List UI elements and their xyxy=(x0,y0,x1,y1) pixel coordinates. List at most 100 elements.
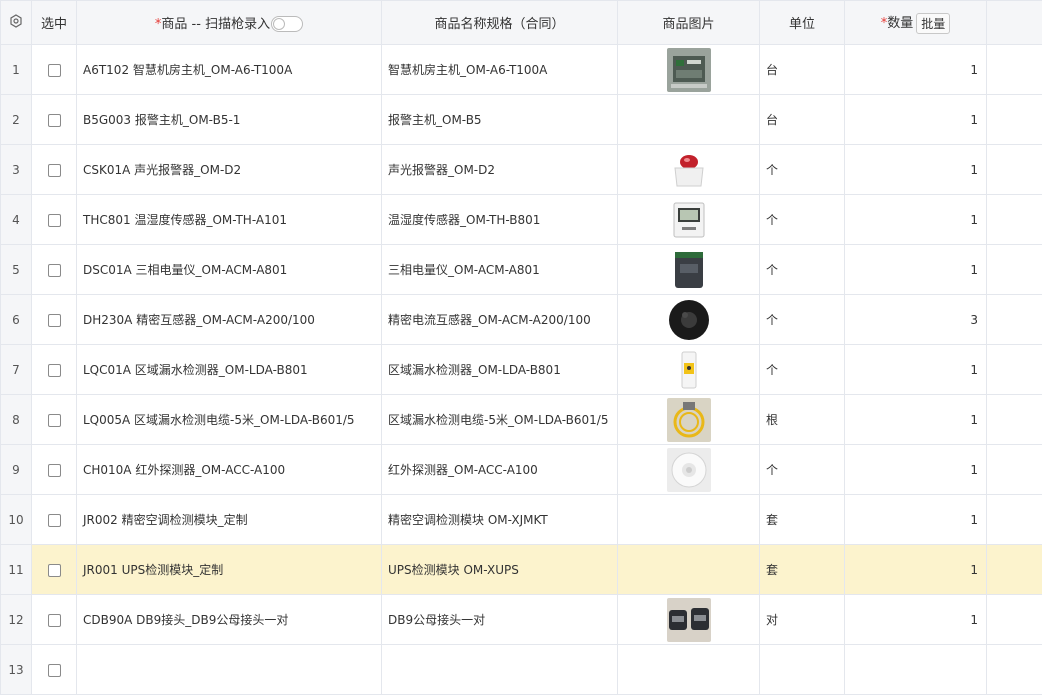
unit-cell[interactable]: 个 xyxy=(760,145,845,195)
unit-cell[interactable]: 对 xyxy=(760,595,845,645)
product-thumbnail[interactable] xyxy=(667,198,711,242)
table-row[interactable]: 6DH230A 精密互感器_OM-ACM-A200/100精密电流互感器_OM-… xyxy=(1,295,1042,345)
row-checkbox[interactable] xyxy=(48,464,61,477)
product-name-cell[interactable]: B5G003 报警主机_OM-B5-1 xyxy=(77,95,382,145)
product-image-cell[interactable] xyxy=(618,95,760,145)
row-checkbox[interactable] xyxy=(48,264,61,277)
row-checkbox[interactable] xyxy=(48,64,61,77)
product-name-cell[interactable] xyxy=(77,645,382,695)
product-image-cell[interactable] xyxy=(618,495,760,545)
row-checkbox[interactable] xyxy=(48,664,61,677)
product-name-cell[interactable]: DH230A 精密互感器_OM-ACM-A200/100 xyxy=(77,295,382,345)
row-select-cell[interactable] xyxy=(32,245,77,295)
product-spec-cell[interactable] xyxy=(382,645,618,695)
product-name-cell[interactable]: JR002 精密空调检测模块_定制 xyxy=(77,495,382,545)
row-checkbox[interactable] xyxy=(48,414,61,427)
product-spec-cell[interactable]: 智慧机房主机_OM-A6-T100A xyxy=(382,45,618,95)
table-row[interactable]: 1 A6T102 智慧机房主机_OM-A6-T100A智慧机房主机_OM-A6-T… xyxy=(1,45,1042,95)
row-select-cell[interactable] xyxy=(32,345,77,395)
unit-cell[interactable]: 根 xyxy=(760,395,845,445)
quantity-cell[interactable]: 1 xyxy=(845,495,987,545)
row-select-cell[interactable] xyxy=(32,395,77,445)
product-spec-cell[interactable]: DB9公母接头一对 xyxy=(382,595,618,645)
unit-cell[interactable]: 个 xyxy=(760,195,845,245)
table-row[interactable]: 5DSC01A 三相电量仪_OM-ACM-A801三相电量仪_OM-ACM-A8… xyxy=(1,245,1042,295)
product-image-cell[interactable] xyxy=(618,245,760,295)
row-select-cell[interactable] xyxy=(32,95,77,145)
product-thumbnail[interactable] xyxy=(667,248,711,292)
product-name-cell[interactable]: JR001 UPS检测模块_定制 xyxy=(77,545,382,595)
product-image-cell[interactable] xyxy=(618,345,760,395)
product-spec-cell[interactable]: 三相电量仪_OM-ACM-A801 xyxy=(382,245,618,295)
product-thumbnail[interactable] xyxy=(667,348,711,392)
row-checkbox[interactable] xyxy=(48,564,61,577)
unit-cell[interactable]: 套 xyxy=(760,545,845,595)
product-spec-cell[interactable]: 精密电流互感器_OM-ACM-A200/100 xyxy=(382,295,618,345)
product-name-cell[interactable]: CSK01A 声光报警器_OM-D2 xyxy=(77,145,382,195)
product-spec-cell[interactable]: UPS检测模块 OM-XUPS xyxy=(382,545,618,595)
product-thumbnail[interactable] xyxy=(667,148,711,192)
quantity-cell[interactable]: 1 xyxy=(845,545,987,595)
quantity-cell[interactable]: 1 xyxy=(845,595,987,645)
product-spec-cell[interactable]: 温湿度传感器_OM-TH-B801 xyxy=(382,195,618,245)
table-row[interactable]: 11JR001 UPS检测模块_定制UPS检测模块 OM-XUPS套1 xyxy=(1,545,1042,595)
row-checkbox[interactable] xyxy=(48,164,61,177)
row-checkbox[interactable] xyxy=(48,514,61,527)
product-name-cell[interactable]: LQ005A 区域漏水检测电缆-5米_OM-LDA-B601/5 xyxy=(77,395,382,445)
row-checkbox[interactable] xyxy=(48,364,61,377)
product-name-cell[interactable]: CH010A 红外探测器_OM-ACC-A100 xyxy=(77,445,382,495)
quantity-cell[interactable]: 1 xyxy=(845,195,987,245)
product-thumbnail[interactable] xyxy=(667,48,711,92)
product-spec-cell[interactable]: 声光报警器_OM-D2 xyxy=(382,145,618,195)
scan-input-toggle[interactable] xyxy=(271,16,303,32)
settings-gear-icon[interactable] xyxy=(9,14,23,32)
product-spec-cell[interactable]: 红外探测器_OM-ACC-A100 xyxy=(382,445,618,495)
unit-cell[interactable] xyxy=(760,645,845,695)
unit-cell[interactable]: 套 xyxy=(760,495,845,545)
product-thumbnail[interactable] xyxy=(667,298,711,342)
table-row[interactable]: 10JR002 精密空调检测模块_定制精密空调检测模块 OM-XJMKT套1 xyxy=(1,495,1042,545)
row-select-cell[interactable] xyxy=(32,545,77,595)
product-image-cell[interactable] xyxy=(618,645,760,695)
row-select-cell[interactable] xyxy=(32,645,77,695)
quantity-cell[interactable]: 1 xyxy=(845,345,987,395)
quantity-cell[interactable]: 1 xyxy=(845,395,987,445)
unit-cell[interactable]: 台 xyxy=(760,45,845,95)
product-name-cell[interactable]: CDB90A DB9接头_DB9公母接头一对 xyxy=(77,595,382,645)
quantity-cell[interactable]: 3 xyxy=(845,295,987,345)
product-image-cell[interactable] xyxy=(618,145,760,195)
unit-cell[interactable]: 台 xyxy=(760,95,845,145)
quantity-cell[interactable]: 1 xyxy=(845,45,987,95)
product-thumbnail[interactable] xyxy=(667,448,711,492)
table-row[interactable]: 3CSK01A 声光报警器_OM-D2声光报警器_OM-D2个1 xyxy=(1,145,1042,195)
product-name-cell[interactable]: LQC01A 区域漏水检测器_OM-LDA-B801 xyxy=(77,345,382,395)
product-spec-cell[interactable]: 报警主机_OM-B5 xyxy=(382,95,618,145)
product-spec-cell[interactable]: 精密空调检测模块 OM-XJMKT xyxy=(382,495,618,545)
quantity-cell[interactable]: 1 xyxy=(845,95,987,145)
product-spec-cell[interactable]: 区域漏水检测器_OM-LDA-B801 xyxy=(382,345,618,395)
product-image-cell[interactable] xyxy=(618,45,760,95)
row-select-cell[interactable] xyxy=(32,595,77,645)
row-select-cell[interactable] xyxy=(32,495,77,545)
batch-button[interactable]: 批量 xyxy=(916,13,950,34)
product-name-cell[interactable]: A6T102 智慧机房主机_OM-A6-T100A xyxy=(77,45,382,95)
unit-cell[interactable]: 个 xyxy=(760,445,845,495)
unit-cell[interactable]: 个 xyxy=(760,245,845,295)
product-image-cell[interactable] xyxy=(618,295,760,345)
row-checkbox[interactable] xyxy=(48,114,61,127)
product-thumbnail[interactable] xyxy=(667,598,711,642)
table-row[interactable]: 13 xyxy=(1,645,1042,695)
quantity-cell[interactable] xyxy=(845,645,987,695)
quantity-cell[interactable]: 1 xyxy=(845,445,987,495)
product-name-cell[interactable]: DSC01A 三相电量仪_OM-ACM-A801 xyxy=(77,245,382,295)
table-row[interactable]: 2B5G003 报警主机_OM-B5-1报警主机_OM-B5台1 xyxy=(1,95,1042,145)
product-image-cell[interactable] xyxy=(618,195,760,245)
row-select-cell[interactable] xyxy=(32,45,77,95)
quantity-cell[interactable]: 1 xyxy=(845,245,987,295)
table-row[interactable]: 8LQ005A 区域漏水检测电缆-5米_OM-LDA-B601/5区域漏水检测电… xyxy=(1,395,1042,445)
product-image-cell[interactable] xyxy=(618,395,760,445)
row-checkbox[interactable] xyxy=(48,614,61,627)
row-select-cell[interactable] xyxy=(32,295,77,345)
product-name-cell[interactable]: THC801 温湿度传感器_OM-TH-A101 xyxy=(77,195,382,245)
product-spec-cell[interactable]: 区域漏水检测电缆-5米_OM-LDA-B601/5 xyxy=(382,395,618,445)
